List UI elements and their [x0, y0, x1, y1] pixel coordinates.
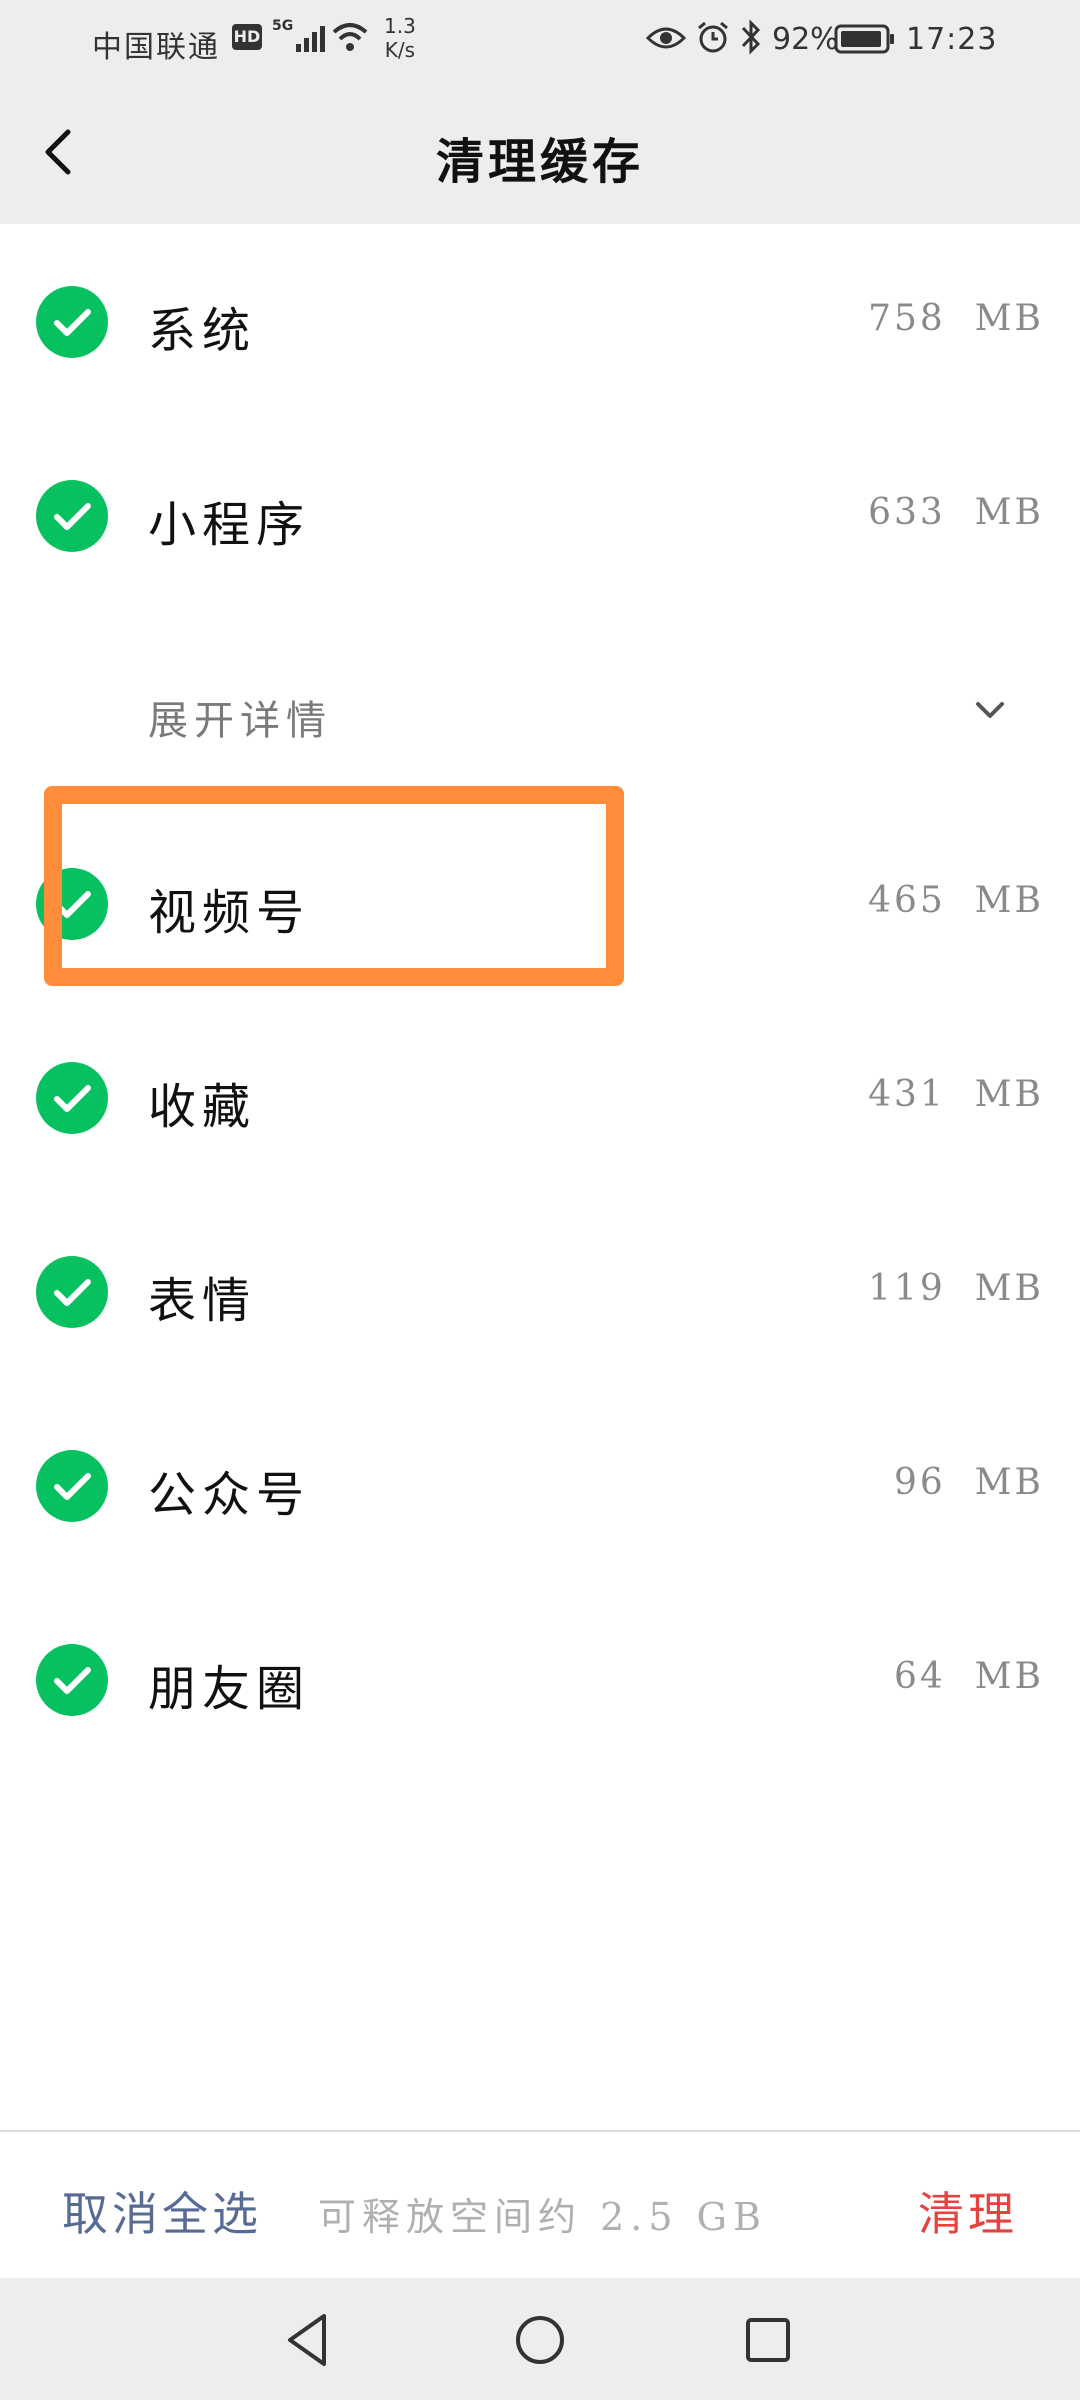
cache-item-size: 465 MB: [868, 880, 1044, 921]
cache-item-favorites[interactable]: 收藏 431 MB: [0, 1020, 1080, 1170]
expand-details-label: 展开详情: [148, 698, 332, 744]
cache-item-channels[interactable]: 视频号 465 MB: [0, 826, 1080, 976]
battery-percent: 92%: [772, 22, 839, 57]
checked-circle-icon[interactable]: [36, 1256, 108, 1328]
cache-item-label: 表情: [148, 1273, 257, 1329]
system-nav-bar: [0, 2278, 1080, 2400]
cache-item-label: 收藏: [148, 1079, 257, 1135]
cache-item-label: 系统: [148, 303, 257, 359]
cache-item-size: 96 MB: [893, 1462, 1044, 1503]
expand-details-toggle[interactable]: 展开详情: [0, 644, 1080, 774]
status-bar: 中国联通 HD 5G 1.3 K/s 92% 17:23: [0, 0, 1080, 80]
checked-circle-icon[interactable]: [36, 1450, 108, 1522]
wifi-icon: [332, 23, 368, 51]
cache-item-label: 公众号: [148, 1467, 311, 1523]
eye-comfort-icon: [646, 27, 686, 49]
cache-item-size: 64 MB: [893, 1656, 1044, 1697]
cache-item-moments[interactable]: 朋友圈 64 MB: [0, 1602, 1080, 1752]
checked-circle-icon[interactable]: [36, 1062, 108, 1134]
cache-item-size: 431 MB: [868, 1074, 1044, 1115]
signal-icon: [296, 26, 325, 52]
checked-circle-icon[interactable]: [36, 286, 108, 358]
network-generation: 5G: [272, 18, 294, 34]
cache-item-label: 视频号: [148, 885, 311, 941]
cache-item-label: 朋友圈: [148, 1661, 311, 1717]
nav-back-icon[interactable]: [276, 2308, 340, 2372]
cache-item-mini-programs[interactable]: 小程序 633 MB: [0, 438, 1080, 588]
alarm-icon: [698, 21, 728, 53]
free-space-text: 可释放空间约 2.5 GB: [318, 2195, 767, 2239]
cache-item-size: 633 MB: [868, 492, 1044, 533]
network-speed: 1.3 K/s: [384, 14, 416, 62]
hd-badge: HD: [232, 24, 262, 50]
nav-bar: 清理缓存: [0, 80, 1080, 224]
nav-recents-icon[interactable]: [736, 2308, 800, 2372]
cache-item-stickers[interactable]: 表情 119 MB: [0, 1214, 1080, 1364]
cache-item-size: 119 MB: [868, 1268, 1044, 1309]
cache-item-official-accounts[interactable]: 公众号 96 MB: [0, 1408, 1080, 1558]
bottom-action-bar: 取消全选 可释放空间约 2.5 GB 清理: [0, 2132, 1080, 2278]
bluetooth-icon: [741, 19, 761, 55]
clean-button[interactable]: 清理: [918, 2178, 1018, 2244]
checked-circle-icon[interactable]: [36, 1644, 108, 1716]
cache-item-system[interactable]: 系统 758 MB: [0, 244, 1080, 394]
checked-circle-icon[interactable]: [36, 480, 108, 552]
checked-circle-icon[interactable]: [36, 868, 108, 940]
carrier-name: 中国联通: [92, 30, 220, 65]
chevron-down-icon: [976, 702, 1004, 718]
nav-home-icon[interactable]: [508, 2308, 572, 2372]
cache-item-label: 小程序: [148, 497, 311, 553]
clock-time: 17:23: [906, 22, 998, 57]
deselect-all-button[interactable]: 取消全选: [62, 2178, 262, 2244]
page-title: 清理缓存: [435, 134, 644, 190]
cache-item-size: 758 MB: [868, 298, 1044, 339]
battery-icon: [834, 24, 894, 54]
